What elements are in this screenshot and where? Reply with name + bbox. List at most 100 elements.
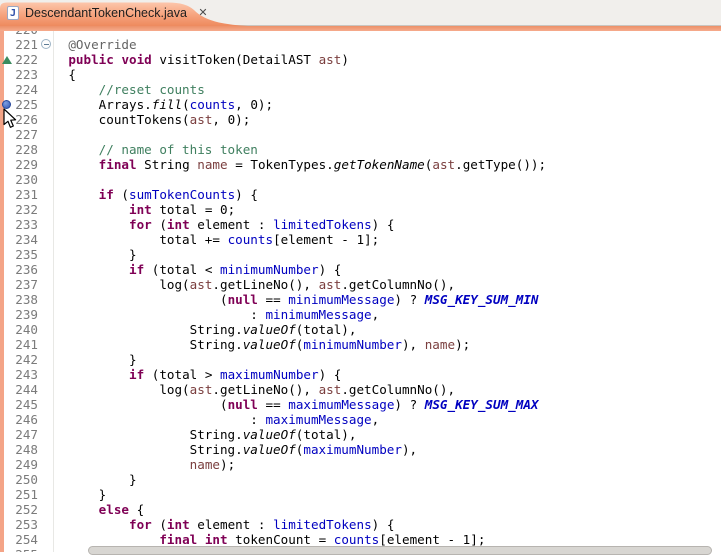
line-number: 228: [15, 142, 38, 157]
ruler-row: 250: [0, 472, 54, 487]
ruler-row: 247: [0, 427, 54, 442]
ruler-row: 231: [0, 187, 54, 202]
line-number: 231: [15, 187, 38, 202]
code-editor: 2202212222232242252262272282292302312322…: [0, 31, 721, 552]
line-number: 250: [15, 472, 38, 487]
ruler-row: 229: [0, 157, 54, 172]
line-number: 233: [15, 217, 38, 232]
code-line: }: [55, 247, 137, 262]
ruler-row: 248: [0, 442, 54, 457]
ruler-row: 224: [0, 82, 54, 97]
ruler-row: 255: [0, 547, 54, 552]
line-number: 235: [15, 247, 38, 262]
line-number: 226: [15, 112, 38, 127]
ruler-row: 239: [0, 307, 54, 322]
line-number: 240: [15, 322, 38, 337]
ruler-row: 244: [0, 382, 54, 397]
code-line: Arrays.fill(counts, 0);: [55, 97, 273, 112]
ruler-row: 238: [0, 292, 54, 307]
line-number: 238: [15, 292, 38, 307]
line-number: 224: [15, 82, 38, 97]
line-number: 244: [15, 382, 38, 397]
override-marker: [2, 56, 12, 64]
line-number: 234: [15, 232, 38, 247]
code-line: else {: [55, 502, 144, 517]
ruler-row: 222: [0, 52, 54, 67]
line-number: 253: [15, 517, 38, 532]
ruler-row: 230: [0, 172, 54, 187]
java-file-icon: J: [7, 6, 19, 20]
ruler-row: 254: [0, 532, 54, 547]
ruler-row: 237: [0, 277, 54, 292]
code-line: // name of this token: [55, 142, 258, 157]
ruler-row: 245: [0, 397, 54, 412]
line-number: 248: [15, 442, 38, 457]
code-line: countTokens(ast, 0);: [55, 112, 250, 127]
ruler-row: 221: [0, 37, 54, 52]
tab-descendanttokencheck[interactable]: J DescendantTokenCheck.java ✕: [0, 1, 248, 26]
line-number: 246: [15, 412, 38, 427]
line-number: 239: [15, 307, 38, 322]
line-number: 252: [15, 502, 38, 517]
code-line: //reset counts: [55, 82, 205, 97]
tab-close-icon[interactable]: ✕: [196, 5, 210, 21]
ruler-row: 249: [0, 457, 54, 472]
ruler-row: 252: [0, 502, 54, 517]
ruler-row: 251: [0, 487, 54, 502]
line-number: 236: [15, 262, 38, 277]
ruler-row: 242: [0, 352, 54, 367]
line-number: 247: [15, 427, 38, 442]
code-line: log(ast.getLineNo(), ast.getColumnNo(),: [55, 277, 455, 292]
code-line: log(ast.getLineNo(), ast.getColumnNo(),: [55, 382, 455, 397]
mouse-cursor-icon: [3, 108, 18, 129]
line-number: 222: [15, 52, 38, 67]
code-line: if (total < minimumNumber) {: [55, 262, 341, 277]
line-number: 227: [15, 127, 38, 142]
code-line: public void visitToken(DetailAST ast): [55, 52, 349, 67]
code-line: for (int element : limitedTokens) {: [55, 217, 394, 232]
code-area[interactable]: @Override public void visitToken(DetailA…: [55, 31, 721, 552]
line-number: 225: [15, 97, 38, 112]
horizontal-scrollbar-thumb[interactable]: [88, 546, 712, 555]
tab-title: DescendantTokenCheck.java: [25, 6, 187, 20]
line-number: 223: [15, 67, 38, 82]
code-line: }: [55, 472, 137, 487]
code-line: String.valueOf(maximumNumber),: [55, 442, 417, 457]
line-number: 221: [15, 37, 38, 52]
line-number: 232: [15, 202, 38, 217]
line-number: 255: [15, 547, 38, 552]
code-line: {: [55, 67, 76, 82]
code-line: for (int element : limitedTokens) {: [55, 517, 394, 532]
ruler-row: 234: [0, 232, 54, 247]
ruler-row: 236: [0, 262, 54, 277]
code-line: String.valueOf(minimumNumber), name);: [55, 337, 470, 352]
code-line: String.valueOf(total),: [55, 322, 356, 337]
line-number: 237: [15, 277, 38, 292]
code-line: int total = 0;: [55, 202, 235, 217]
code-line: @Override: [55, 37, 137, 52]
code-line: if (sumTokenCounts) {: [55, 187, 258, 202]
code-line: }: [55, 352, 137, 367]
line-number: 249: [15, 457, 38, 472]
code-line: final String name = TokenTypes.getTokenN…: [55, 157, 546, 172]
code-line: name);: [55, 457, 235, 472]
ruler-row: 240: [0, 322, 54, 337]
code-line: : maximumMessage,: [55, 412, 379, 427]
ruler-row: 227: [0, 127, 54, 142]
ruler-row: 233: [0, 217, 54, 232]
editor-tab-bar: J DescendantTokenCheck.java ✕: [0, 0, 721, 26]
line-number: 245: [15, 397, 38, 412]
ruler-row: 241: [0, 337, 54, 352]
ruler-row: 243: [0, 367, 54, 382]
code-line: final int tokenCount = counts[element - …: [55, 532, 485, 547]
code-line: (null == minimumMessage) ? MSG_KEY_SUM_M…: [55, 292, 538, 307]
line-number: 251: [15, 487, 38, 502]
line-number: 243: [15, 367, 38, 382]
fold-toggle-icon[interactable]: [41, 39, 51, 49]
code-line: if (total > maximumNumber) {: [55, 367, 341, 382]
line-number: 242: [15, 352, 38, 367]
line-number: 230: [15, 172, 38, 187]
code-line: total += counts[element - 1];: [55, 232, 379, 247]
ruler-row: 232: [0, 202, 54, 217]
ruler-row: 223: [0, 67, 54, 82]
